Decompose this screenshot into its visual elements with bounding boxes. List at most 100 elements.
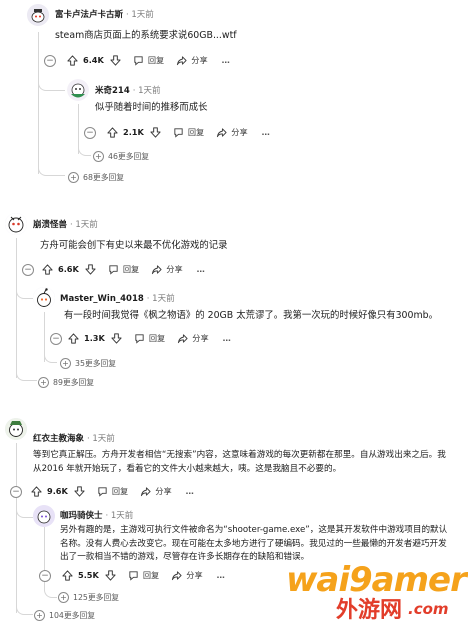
upvote-icon[interactable]: [62, 569, 73, 581]
plus-icon: +: [60, 358, 71, 369]
avatar[interactable]: [27, 4, 49, 26]
reply-button[interactable]: 回复: [128, 569, 159, 581]
collapse-button[interactable]: −: [84, 127, 96, 139]
comment-author[interactable]: 米奇214 · 1天前: [95, 84, 161, 96]
avatar[interactable]: [5, 418, 27, 440]
reply-button[interactable]: 回复: [134, 332, 165, 344]
comment-body: 似乎随着时间的推移而成长: [95, 102, 208, 113]
reply-button[interactable]: 回复: [108, 263, 139, 275]
comment-body: 有一段时间我觉得《枫之物语》的 20GB 太荒谬了。我第一次玩的时候好像只有30…: [64, 310, 438, 321]
username[interactable]: 红衣主教海象: [33, 434, 84, 444]
plus-icon: +: [38, 377, 49, 388]
username[interactable]: 咖玛骑侠士: [60, 511, 103, 521]
share-button[interactable]: 分享: [140, 485, 172, 497]
share-button[interactable]: 分享: [177, 332, 209, 344]
vote-count: 5.5K: [78, 570, 99, 580]
thread-line[interactable]: [38, 32, 39, 174]
collapse-button[interactable]: −: [50, 333, 62, 345]
avatar[interactable]: [5, 213, 27, 235]
thread-connector: [16, 370, 37, 381]
share-button[interactable]: 分享: [176, 54, 208, 66]
username[interactable]: 米奇214: [95, 86, 130, 96]
share-icon: [141, 486, 151, 496]
collapse-button[interactable]: −: [39, 570, 51, 582]
upvote-icon[interactable]: [107, 126, 118, 138]
share-button[interactable]: 分享: [216, 126, 248, 138]
share-icon: [178, 333, 188, 343]
upvote-icon[interactable]: [67, 54, 78, 66]
downvote-icon[interactable]: [74, 485, 85, 497]
downvote-icon[interactable]: [85, 263, 96, 275]
snoo-avatar-icon: [33, 505, 55, 527]
comment-author[interactable]: Master_Win_4018 · 1天前: [60, 292, 175, 304]
upvote-icon[interactable]: [31, 485, 42, 497]
more-options-icon[interactable]: …: [186, 486, 195, 496]
timestamp: 1天前: [131, 10, 154, 20]
avatar[interactable]: [33, 505, 55, 527]
avatar[interactable]: [67, 79, 89, 101]
avatar[interactable]: [33, 287, 55, 309]
snoo-avatar-icon: [5, 418, 27, 440]
comment-author[interactable]: 咖玛骑侠士 · 1天前: [60, 509, 133, 521]
username[interactable]: Master_Win_4018: [60, 294, 144, 304]
comment-body: 等到它真正解压。方舟开发者相信“无搜索”内容，这意味着游戏的每次更新都在那里。自…: [33, 450, 446, 474]
snoo-avatar-icon: [67, 79, 89, 101]
more-options-icon[interactable]: …: [217, 570, 226, 580]
thread-connector: [16, 604, 33, 615]
plus-icon: +: [34, 610, 45, 621]
thread-connector: [44, 352, 57, 363]
comment-action-bar: 9.6K 回复 分享 …: [31, 484, 195, 498]
comment-author[interactable]: 富卡卢法卢卡古斯 · 1天前: [55, 8, 154, 20]
username[interactable]: 崩溃怪兽: [33, 220, 67, 230]
comment-bubble-icon: [134, 55, 143, 66]
comment-body: 方舟可能会创下有史以来最不优化游戏的记录: [40, 240, 228, 251]
upvote-icon[interactable]: [42, 263, 53, 275]
thread-line[interactable]: [16, 238, 17, 378]
downvote-icon[interactable]: [150, 126, 161, 138]
upvote-icon[interactable]: [68, 332, 79, 344]
downvote-icon[interactable]: [110, 54, 121, 66]
more-options-icon[interactable]: …: [223, 333, 232, 343]
share-button[interactable]: 分享: [151, 263, 183, 275]
reply-button[interactable]: 回复: [173, 126, 204, 138]
vote-count: 6.6K: [58, 264, 79, 274]
comment-body: steam商店页面上的系统要求说60GB...wtf: [55, 30, 237, 41]
comment-action-bar: 1.3K 回复 分享 …: [68, 331, 232, 345]
vote-count: 6.4K: [83, 55, 104, 65]
thread-connector: [78, 145, 91, 156]
more-options-icon[interactable]: …: [197, 264, 206, 274]
plus-icon: +: [93, 151, 104, 162]
collapse-button[interactable]: −: [22, 264, 34, 276]
more-replies-link[interactable]: +89更多回复: [38, 377, 94, 388]
more-replies-link[interactable]: +125更多回复: [58, 592, 119, 603]
comment-bubble-icon: [109, 264, 118, 275]
vote-count: 2.1K: [123, 127, 144, 137]
share-icon: [217, 127, 227, 137]
reply-button[interactable]: 回复: [133, 54, 164, 66]
comment-action-bar: 6.4K 回复 分享 …: [67, 53, 231, 67]
share-icon: [177, 55, 187, 65]
downvote-icon[interactable]: [105, 569, 116, 581]
share-icon: [172, 570, 182, 580]
username[interactable]: 富卡卢法卢卡古斯: [55, 10, 123, 20]
comment-bubble-icon: [129, 570, 138, 581]
collapse-button[interactable]: −: [10, 486, 22, 498]
reply-button[interactable]: 回复: [97, 485, 128, 497]
more-options-icon[interactable]: …: [222, 55, 231, 65]
comment-action-bar: 6.6K 回复 分享 …: [42, 262, 206, 276]
comment-author[interactable]: 红衣主教海象 · 1天前: [33, 432, 115, 444]
share-button[interactable]: 分享: [171, 569, 203, 581]
timestamp: 1天前: [152, 294, 175, 304]
more-replies-link[interactable]: +104更多回复: [34, 610, 95, 621]
watermark-cjk: 外游网: [336, 598, 403, 623]
comment-author[interactable]: 崩溃怪兽 · 1天前: [33, 218, 98, 230]
more-replies-link[interactable]: +68更多回复: [68, 172, 124, 183]
thread-connector: [38, 74, 65, 91]
share-icon: [152, 264, 162, 274]
more-options-icon[interactable]: …: [262, 127, 271, 137]
downvote-icon[interactable]: [111, 332, 122, 344]
collapse-button[interactable]: −: [44, 55, 56, 67]
more-replies-link[interactable]: +35更多回复: [60, 358, 116, 369]
thread-line[interactable]: [16, 443, 17, 613]
more-replies-link[interactable]: +46更多回复: [93, 151, 149, 162]
